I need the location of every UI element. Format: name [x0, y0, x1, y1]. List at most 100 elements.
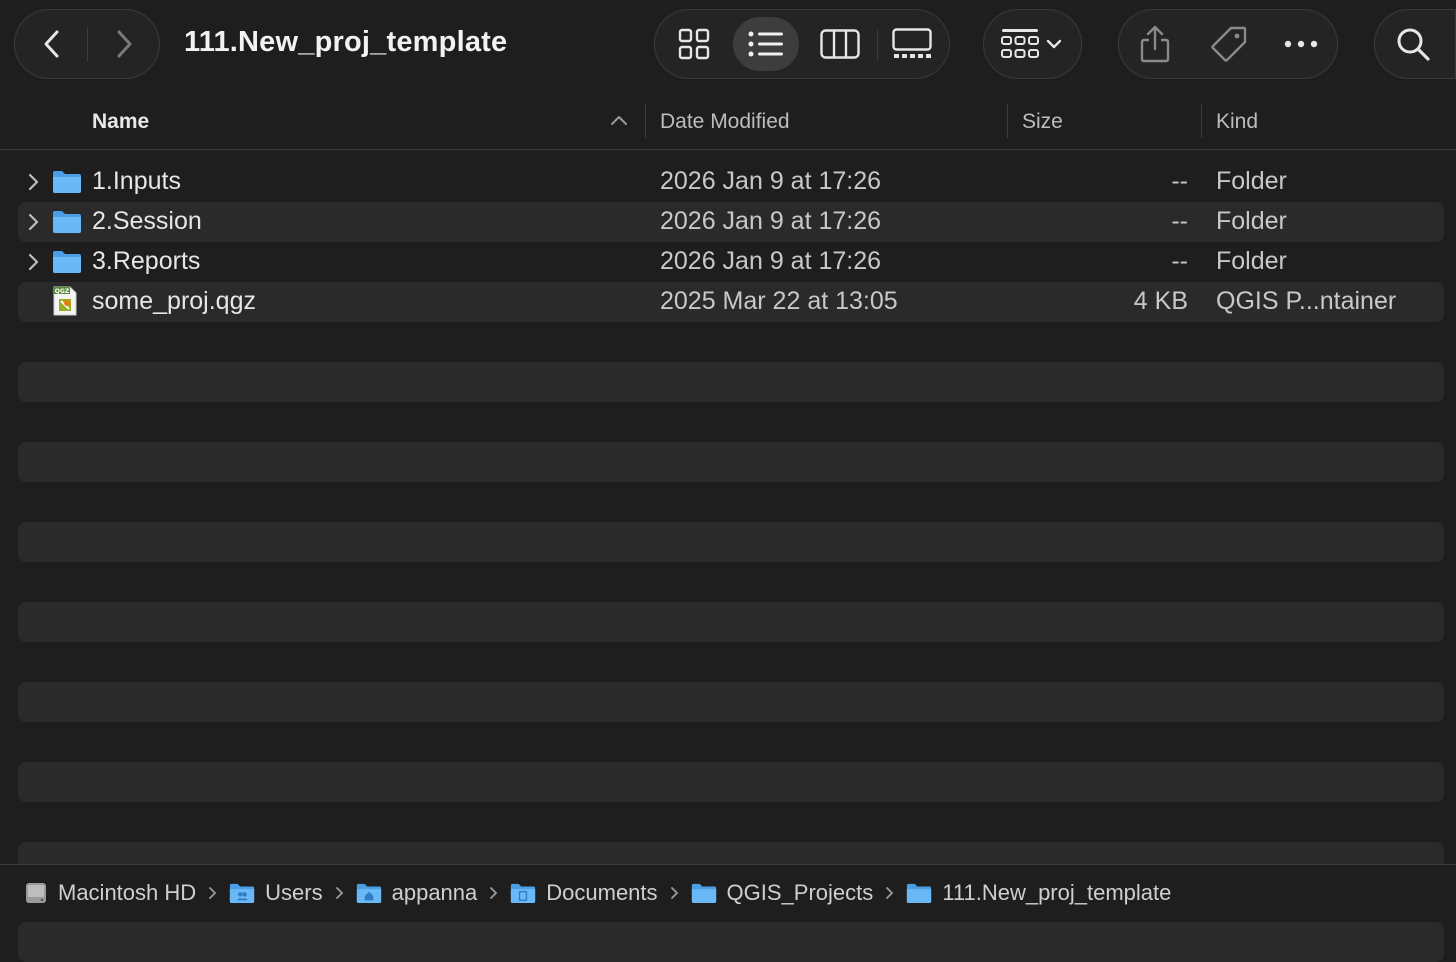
- empty-row: [18, 922, 1444, 962]
- breadcrumb-macintosh-hd[interactable]: Macintosh HD: [24, 880, 196, 906]
- hard-drive-icon: [26, 882, 46, 903]
- breadcrumb-qgis-projects[interactable]: QGIS_Projects: [691, 879, 874, 906]
- file-date: 2026 Jan 9 at 17:26: [660, 207, 882, 235]
- file-kind: Folder: [1216, 167, 1287, 195]
- navigation-group: [14, 9, 160, 79]
- chevron-right-icon: [885, 886, 894, 900]
- column-kind-header[interactable]: Kind: [1216, 110, 1258, 134]
- breadcrumb-label: QGIS_Projects: [726, 879, 874, 905]
- path-bar: Macintosh HD Users appanna Documents QGI…: [0, 864, 1456, 920]
- gallery-view-button[interactable]: [879, 17, 945, 71]
- column-divider[interactable]: [645, 104, 646, 138]
- breadcrumb-label: appanna: [391, 879, 478, 905]
- empty-row: [18, 602, 1444, 642]
- chevron-right-icon: [208, 886, 217, 900]
- file-name: 2.Session: [92, 207, 202, 235]
- breadcrumb-label: 111.New_proj_template: [942, 879, 1172, 905]
- file-list: 1.Inputs 2026 Jan 9 at 17:26 -- Folder 2…: [18, 162, 1444, 962]
- more-button[interactable]: [1279, 10, 1323, 78]
- share-button[interactable]: [1133, 10, 1177, 78]
- file-size: --: [1171, 207, 1188, 235]
- group-by-button[interactable]: [983, 9, 1082, 79]
- file-size: --: [1171, 247, 1188, 275]
- file-date: 2025 Mar 22 at 13:05: [660, 287, 898, 315]
- empty-row: [18, 802, 1444, 842]
- gallery-icon: [892, 28, 932, 58]
- breadcrumb-label: Macintosh HD: [58, 879, 197, 905]
- chevron-right-icon: [489, 886, 498, 900]
- users-folder-icon: [230, 883, 255, 903]
- chevron-right-icon: [117, 30, 132, 58]
- file-kind: Folder: [1216, 247, 1287, 275]
- file-name: some_proj.qgz: [92, 287, 256, 315]
- column-size-header[interactable]: Size: [1022, 110, 1063, 134]
- view-switcher: [654, 9, 950, 79]
- column-date-header[interactable]: Date Modified: [660, 110, 790, 134]
- group-icon-wrap: [1000, 10, 1040, 78]
- forward-button[interactable]: [89, 10, 159, 78]
- empty-row: [18, 762, 1444, 802]
- empty-row: [18, 402, 1444, 442]
- column-view-button[interactable]: [807, 17, 873, 71]
- empty-row: [18, 482, 1444, 522]
- file-size: --: [1171, 167, 1188, 195]
- empty-row: [18, 722, 1444, 762]
- search-button[interactable]: [1374, 9, 1456, 79]
- chevron-left-icon: [44, 30, 59, 58]
- file-size: 4 KB: [1133, 287, 1188, 315]
- file-date: 2026 Jan 9 at 17:26: [660, 167, 882, 195]
- share-icon: [1140, 25, 1170, 63]
- search-icon-wrap: [1393, 10, 1433, 78]
- breadcrumb-label: Documents: [546, 879, 658, 905]
- search-icon: [1397, 28, 1430, 61]
- table-row[interactable]: 1.Inputs 2026 Jan 9 at 17:26 -- Folder: [18, 162, 1444, 202]
- breadcrumb-current-folder[interactable]: 111.New_proj_template: [906, 880, 1171, 906]
- chevron-down-wrap: [1046, 10, 1062, 78]
- disclosure-triangle-icon[interactable]: [26, 252, 40, 272]
- folder-icon: [53, 251, 81, 273]
- svg-text:QGZ: QGZ: [55, 288, 70, 295]
- breadcrumb-label: Users: [265, 879, 323, 905]
- table-row[interactable]: QGZ some_proj.qgz 2025 Mar 22 at 13:05 4…: [18, 282, 1444, 322]
- column-divider[interactable]: [1007, 104, 1008, 138]
- column-name-header[interactable]: Name: [92, 110, 149, 134]
- empty-row: [18, 362, 1444, 402]
- table-row[interactable]: 2.Session 2026 Jan 9 at 17:26 -- Folder: [18, 202, 1444, 242]
- back-button[interactable]: [17, 10, 87, 78]
- breadcrumb-users[interactable]: Users: [229, 879, 323, 906]
- file-kind: Folder: [1216, 207, 1287, 235]
- column-header: Name Date Modified Size Kind: [0, 96, 1456, 150]
- chevron-right-icon: [670, 886, 679, 900]
- table-row[interactable]: 3.Reports 2026 Jan 9 at 17:26 -- Folder: [18, 242, 1444, 282]
- tag-icon: [1211, 26, 1247, 62]
- file-kind: QGIS P...ntainer: [1216, 287, 1397, 315]
- empty-row: [18, 522, 1444, 562]
- list-view-button[interactable]: [733, 17, 799, 71]
- empty-row: [18, 682, 1444, 722]
- breadcrumb-appanna[interactable]: appanna: [356, 879, 478, 906]
- file-name: 3.Reports: [92, 247, 201, 275]
- file-date: 2026 Jan 9 at 17:26: [660, 247, 882, 275]
- actions-group: [1118, 9, 1338, 79]
- empty-row: [18, 642, 1444, 682]
- home-folder-icon: [356, 883, 381, 903]
- icon-view-button[interactable]: [661, 17, 727, 71]
- disclosure-triangle-icon[interactable]: [26, 172, 40, 192]
- chevron-right-icon: [335, 886, 344, 900]
- breadcrumb-documents[interactable]: Documents: [510, 879, 658, 906]
- empty-row: [18, 562, 1444, 602]
- columns-icon: [820, 29, 860, 59]
- disclosure-triangle-icon[interactable]: [26, 212, 40, 232]
- tag-button[interactable]: [1207, 10, 1251, 78]
- qgz-file-icon: QGZ: [53, 286, 77, 316]
- ellipsis-icon: [1284, 40, 1318, 48]
- column-divider[interactable]: [1201, 104, 1202, 138]
- sort-ascending-icon[interactable]: [610, 114, 628, 126]
- folder-icon: [907, 883, 932, 903]
- empty-row: [18, 442, 1444, 482]
- view-separator: [877, 30, 878, 60]
- group-grid-icon: [1001, 29, 1039, 58]
- empty-row: [18, 322, 1444, 362]
- grid-icon: [678, 28, 710, 60]
- file-name: 1.Inputs: [92, 167, 181, 195]
